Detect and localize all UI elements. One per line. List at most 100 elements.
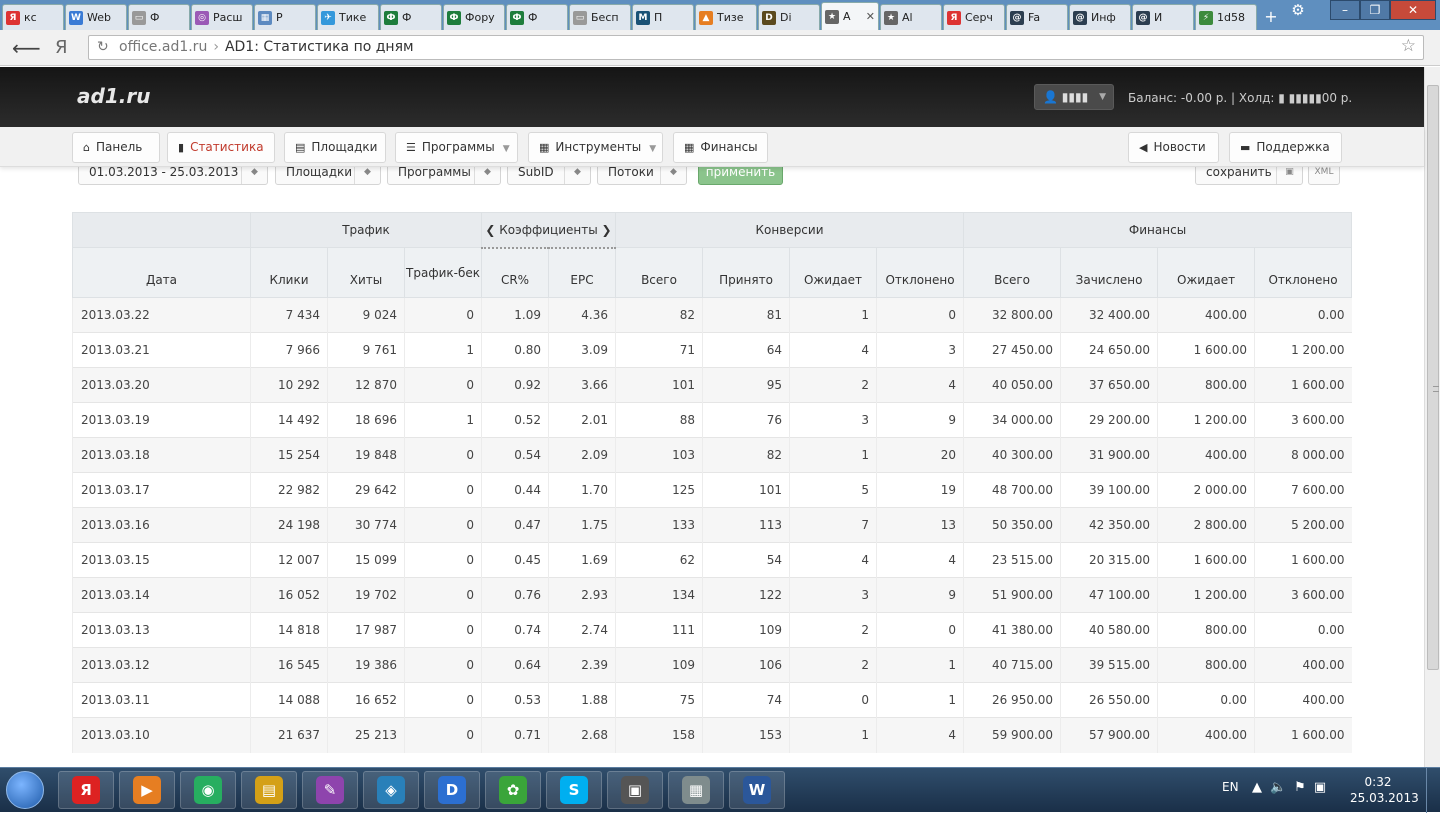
taskbar-app-button[interactable]: ▣ <box>607 771 663 809</box>
bookmark-star-icon[interactable]: ☆ <box>1401 35 1416 58</box>
clock[interactable]: 0:32 25.03.2013 <box>1350 774 1419 806</box>
value-cell: 0 <box>875 297 964 333</box>
new-tab-button[interactable]: + <box>1258 8 1284 26</box>
tab-title: Di <box>780 11 792 24</box>
value-cell: 23 515.00 <box>963 542 1061 578</box>
browser-tab[interactable]: D Di <box>758 4 820 30</box>
taskbar-app-button[interactable]: ✎ <box>302 771 358 809</box>
nav-news[interactable]: ◀ Новости <box>1128 132 1219 163</box>
tab-favicon-icon: @ <box>1073 10 1087 25</box>
close-window-button[interactable]: ✕ <box>1390 0 1436 20</box>
column-header[interactable]: Дата <box>72 247 251 298</box>
chevron-right-icon[interactable]: ❯ <box>598 223 612 237</box>
value-cell: 32 800.00 <box>963 297 1061 333</box>
browser-tab[interactable]: @ Fa <box>1006 4 1068 30</box>
tab-title: Fa <box>1028 11 1041 24</box>
taskbar-app-button[interactable]: ▶ <box>119 771 175 809</box>
browser-tab[interactable]: ✈ Тике <box>317 4 379 30</box>
language-indicator[interactable]: EN <box>1222 780 1239 794</box>
column-header[interactable]: Ожидает <box>789 247 877 298</box>
browser-tab[interactable]: Якс <box>2 4 64 30</box>
browser-tab[interactable]: MП <box>632 4 694 30</box>
app-icon: Я <box>72 776 100 804</box>
page-scrollbar[interactable] <box>1424 67 1440 767</box>
nav-panel[interactable]: ⌂ Панель <box>72 132 160 163</box>
taskbar-app-button[interactable]: ◉ <box>180 771 236 809</box>
column-header[interactable]: CR% <box>481 247 549 298</box>
browser-tab[interactable]: ★ A ✕ <box>821 2 879 30</box>
tab-title: 1d58 <box>1217 11 1245 24</box>
show-desktop-button[interactable] <box>1426 768 1440 813</box>
column-header[interactable]: Хиты <box>327 247 405 298</box>
column-header[interactable]: Отклонено <box>1254 247 1353 298</box>
tab-title: Ф <box>402 11 412 24</box>
taskbar-app-button[interactable]: S <box>546 771 602 809</box>
column-header[interactable]: Всего <box>963 247 1062 298</box>
nav-support[interactable]: ▬ Поддержка <box>1229 132 1342 163</box>
user-menu-button[interactable]: 👤 ▮▮▮▮ ▼ <box>1034 84 1114 110</box>
browser-tab[interactable]: ▦ Р <box>254 4 316 30</box>
chevron-left-icon[interactable]: ❮ <box>485 223 499 237</box>
url-field[interactable]: ↻ office.ad1.ru › AD1: Статистика по дням … <box>88 35 1424 60</box>
taskbar-app-button[interactable]: D <box>424 771 480 809</box>
column-header[interactable]: Трафик-бек <box>404 247 482 298</box>
taskbar-app-button[interactable]: ▤ <box>241 771 297 809</box>
reload-icon[interactable]: ↻ <box>97 36 109 59</box>
column-header[interactable]: EPC <box>548 247 616 298</box>
value-cell: 5 <box>789 472 877 508</box>
coef-group-header[interactable]: ❮ Коэффициенты ❯ <box>481 212 616 249</box>
column-header[interactable]: Отклонено <box>875 247 965 298</box>
column-header[interactable]: Всего <box>615 247 703 298</box>
site-logo[interactable]: ad1.ru <box>77 84 150 108</box>
browser-tab[interactable]: ◎ Расш <box>191 4 253 30</box>
value-cell: 5 200.00 <box>1254 507 1352 543</box>
nav-finance[interactable]: ▦ Финансы <box>673 132 768 163</box>
start-button[interactable] <box>6 771 44 809</box>
nav-tools[interactable]: ▦ Инструменты ▼ <box>528 132 663 163</box>
browser-tab[interactable]: ▭ Бесп <box>569 4 631 30</box>
column-header[interactable]: Зачислено <box>1060 247 1159 298</box>
value-cell: 34 000.00 <box>963 402 1061 438</box>
tray-icons[interactable]: ▲🔈⚑▣ <box>1252 780 1334 795</box>
browser-tab[interactable]: Ф Фору <box>443 4 505 30</box>
settings-gear-icon[interactable]: ⚙ <box>1285 0 1311 20</box>
browser-tab[interactable]: ФФ <box>506 4 568 30</box>
table-row: 2013.03.15 12 007 15 099 0 0.45 1.69 62 54 4 4 23 … <box>72 542 1352 578</box>
back-arrow-icon[interactable]: ⟵ <box>12 36 41 60</box>
browser-tab[interactable]: @ Инф <box>1069 4 1131 30</box>
nav-sites[interactable]: ▤ Площадки <box>284 132 386 163</box>
column-header[interactable]: Ожидает <box>1157 247 1256 298</box>
value-cell: 24 198 <box>250 507 328 543</box>
browser-tab[interactable]: @ И <box>1132 4 1194 30</box>
value-cell: 4 <box>789 332 877 368</box>
value-cell: 19 <box>875 472 964 508</box>
value-cell: 1.75 <box>548 507 616 543</box>
date-cell: 2013.03.16 <box>72 507 251 543</box>
column-header[interactable]: Принято <box>702 247 790 298</box>
browser-tab[interactable]: Я Серч <box>943 4 1005 30</box>
scrollbar-thumb[interactable] <box>1427 85 1439 670</box>
app-icon: ▤ <box>255 776 283 804</box>
browser-tab[interactable]: ФФ <box>380 4 442 30</box>
nav-programs[interactable]: ☰ Программы ▼ <box>395 132 518 163</box>
browser-tab[interactable]: ⚡ 1d58 <box>1195 4 1257 30</box>
minimize-button[interactable]: – <box>1330 0 1360 20</box>
browser-tab[interactable]: ★ Al <box>880 4 942 30</box>
yandex-icon[interactable]: Я <box>55 37 68 58</box>
taskbar-app-button[interactable]: W <box>729 771 785 809</box>
browser-tab[interactable]: ▭ Ф <box>128 4 190 30</box>
taskbar-app-button[interactable]: ✿ <box>485 771 541 809</box>
taskbar-app-button[interactable]: ◈ <box>363 771 419 809</box>
maximize-button[interactable]: ❐ <box>1360 0 1390 20</box>
nav-stats[interactable]: ▮ Статистика <box>167 132 275 163</box>
value-cell: 1 200.00 <box>1254 332 1352 368</box>
taskbar-app-button[interactable]: ▦ <box>668 771 724 809</box>
app-icon: ✿ <box>499 776 527 804</box>
close-tab-icon[interactable]: ✕ <box>866 10 875 23</box>
browser-tab[interactable]: W Web <box>65 4 127 30</box>
column-header[interactable]: Клики <box>250 247 328 298</box>
value-cell: 21 637 <box>250 717 328 753</box>
app-icon: W <box>743 776 771 804</box>
browser-tab[interactable]: ▲ Тизе <box>695 4 757 30</box>
taskbar-app-button[interactable]: Я <box>58 771 114 809</box>
